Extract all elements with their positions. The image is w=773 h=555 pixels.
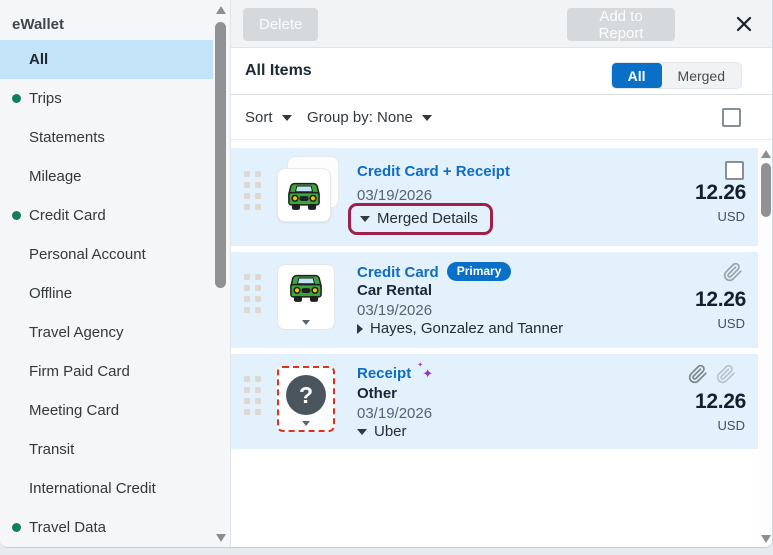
sidebar-nav: All Trips Statements Mileage Credit Card… xyxy=(0,40,213,547)
page-title: All Items xyxy=(245,62,312,80)
currency: USD xyxy=(718,209,745,224)
sidebar-item-personal-account[interactable]: Personal Account xyxy=(0,235,213,274)
scroll-down-icon[interactable] xyxy=(761,535,771,543)
currency: USD xyxy=(718,316,745,331)
merged-details-toggle[interactable]: Merged Details xyxy=(348,203,493,235)
sidebar-scrollbar-thumb[interactable] xyxy=(215,22,226,288)
sidebar-item-offline[interactable]: Offline xyxy=(0,274,213,313)
ewallet-dialog: eWallet All Trips Statements Mileage Cre… xyxy=(0,0,773,548)
vendor-expander[interactable]: Uber xyxy=(357,423,407,440)
toggle-all-button[interactable]: All xyxy=(612,63,662,88)
sidebar-item-travel-agency[interactable]: Travel Agency xyxy=(0,313,213,352)
sidebar-item-international-credit[interactable]: International Credit xyxy=(0,469,213,508)
expense-type-link[interactable]: Credit CardPrimary xyxy=(357,262,511,281)
expense-name: Other xyxy=(357,385,397,402)
delete-button[interactable]: Delete xyxy=(243,8,318,41)
thumbnail-expand-icon[interactable] xyxy=(302,320,310,325)
car-icon xyxy=(285,178,323,212)
sidebar-item-mileage[interactable]: Mileage xyxy=(0,157,213,196)
group-by-dropdown[interactable]: Group by: None xyxy=(307,95,432,140)
amount: 12.26 xyxy=(695,288,746,312)
all-merged-toggle: All Merged xyxy=(611,62,742,89)
expense-card-credit-card[interactable]: Credit CardPrimary Car Rental 03/19/2026… xyxy=(231,252,758,348)
chevron-right-icon xyxy=(357,324,363,334)
item-checkbox[interactable] xyxy=(725,161,744,180)
close-icon xyxy=(734,14,754,34)
green-dot-icon xyxy=(12,94,21,103)
amount: 12.26 xyxy=(695,390,746,414)
drag-handle-icon[interactable] xyxy=(244,274,261,313)
scroll-up-icon[interactable] xyxy=(761,150,771,158)
drag-handle-icon[interactable] xyxy=(244,171,261,210)
expense-card-merged[interactable]: Credit Card + Receipt 03/19/2026 Merged … xyxy=(231,148,758,246)
question-mark-icon: ? xyxy=(286,375,326,415)
missing-receipt-thumbnail[interactable]: ? xyxy=(277,366,335,432)
screen: eWallet All Trips Statements Mileage Cre… xyxy=(0,0,773,555)
expense-type-link[interactable]: Credit Card + Receipt xyxy=(357,163,510,180)
car-expense-thumbnail[interactable] xyxy=(277,168,331,222)
primary-badge: Primary xyxy=(447,262,512,281)
sidebar-item-transit[interactable]: Transit xyxy=(0,430,213,469)
amount: 12.26 xyxy=(695,181,746,205)
expense-name: Car Rental xyxy=(357,282,432,299)
vendor-expander[interactable]: Hayes, Gonzalez and Tanner xyxy=(357,320,563,337)
list-scrollbar[interactable] xyxy=(759,145,773,548)
green-dot-icon xyxy=(12,523,21,532)
car-expense-thumbnail[interactable] xyxy=(277,264,335,330)
add-to-report-button[interactable]: Add to Report xyxy=(567,8,675,41)
sidebar-item-firm-paid-card[interactable]: Firm Paid Card xyxy=(0,352,213,391)
ai-sparkle-icon: ✦✦ xyxy=(417,366,433,381)
scroll-down-icon[interactable] xyxy=(216,534,226,542)
sidebar-scrollbar[interactable] xyxy=(214,0,228,548)
attachment-icon xyxy=(688,364,708,384)
chevron-down-icon xyxy=(282,115,292,121)
expense-date: 03/19/2026 xyxy=(357,405,432,422)
chevron-down-icon xyxy=(360,216,370,222)
toolbar: Delete Add to Report xyxy=(231,0,773,48)
toggle-merged-button[interactable]: Merged xyxy=(662,63,741,88)
expense-type-link[interactable]: Receipt✦✦ xyxy=(357,365,433,382)
attachment-icon xyxy=(723,262,743,282)
expense-date: 03/19/2026 xyxy=(357,187,432,204)
chevron-down-icon xyxy=(422,115,432,121)
drag-handle-icon[interactable] xyxy=(244,376,261,415)
car-icon xyxy=(287,270,325,304)
chevron-down-icon xyxy=(357,429,367,435)
items-panel: Delete Add to Report All Items All Merge… xyxy=(230,0,773,548)
close-button[interactable] xyxy=(729,10,759,40)
select-all-checkbox[interactable] xyxy=(722,108,741,127)
sidebar-title: eWallet xyxy=(12,16,64,33)
sort-controls: Sort Group by: None xyxy=(231,95,773,140)
attachment-icon xyxy=(716,364,736,384)
scroll-up-icon[interactable] xyxy=(216,6,226,14)
expense-card-receipt[interactable]: ? Receipt✦✦ Other 03/19/2026 Uber 12.26 … xyxy=(231,354,758,449)
sidebar-item-meeting-card[interactable]: Meeting Card xyxy=(0,391,213,430)
sidebar-item-all[interactable]: All xyxy=(0,40,213,79)
green-dot-icon xyxy=(12,211,21,220)
currency: USD xyxy=(718,418,745,433)
sidebar-item-credit-card[interactable]: Credit Card xyxy=(0,196,213,235)
sidebar: eWallet All Trips Statements Mileage Cre… xyxy=(0,0,230,548)
expense-list: Credit Card + Receipt 03/19/2026 Merged … xyxy=(231,140,758,449)
sidebar-item-trips[interactable]: Trips xyxy=(0,79,213,118)
list-scrollbar-thumb[interactable] xyxy=(761,163,771,217)
sidebar-item-travel-data[interactable]: Travel Data xyxy=(0,508,213,547)
thumbnail-expand-icon[interactable] xyxy=(302,421,310,426)
list-header: All Items All Merged xyxy=(231,48,773,95)
sort-dropdown[interactable]: Sort xyxy=(245,95,292,140)
sidebar-item-statements[interactable]: Statements xyxy=(0,118,213,157)
expense-date: 03/19/2026 xyxy=(357,302,432,319)
